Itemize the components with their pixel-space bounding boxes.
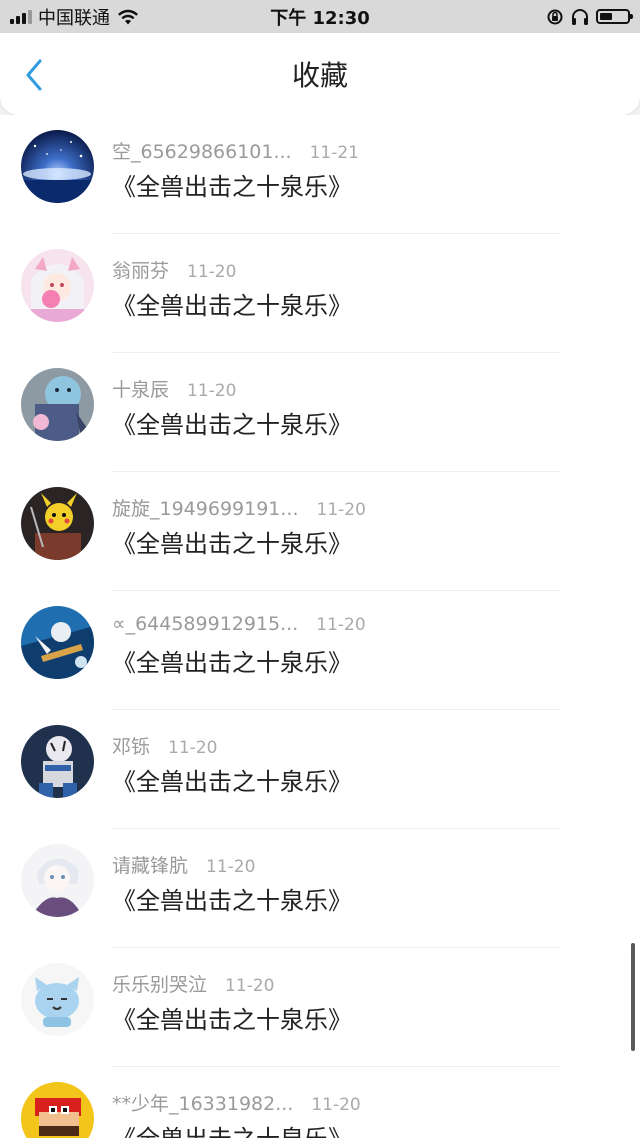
avatar[interactable] [21, 130, 94, 203]
list-item[interactable]: 旋旋_1949699191... 11-20 《全兽出击之十泉乐》 [0, 472, 640, 591]
avatar[interactable] [21, 1082, 94, 1138]
username[interactable]: **少年_16331982... [112, 1089, 293, 1116]
list-item[interactable]: 请藏锋肮 11-20 《全兽出击之十泉乐》 [0, 829, 640, 948]
item-meta: 邓铄 11-20 [112, 732, 217, 759]
date: 11-20 [225, 976, 275, 996]
list-item[interactable]: 空_65629866101... 11-21 《全兽出击之十泉乐》 [0, 115, 640, 234]
username[interactable]: 十泉辰 [112, 375, 169, 402]
avatar[interactable] [21, 844, 94, 917]
avatar[interactable] [21, 606, 94, 679]
username[interactable]: 翁丽芬 [112, 256, 169, 283]
item-title[interactable]: 《全兽出击之十泉乐》 [112, 1000, 352, 1035]
date: 11-20 [316, 500, 366, 520]
item-title[interactable]: 《全兽出击之十泉乐》 [112, 524, 352, 559]
item-title[interactable]: 《全兽出击之十泉乐》 [112, 762, 352, 797]
list-item[interactable]: ∝_644589912915... 11-20 《全兽出击之十泉乐》 [0, 591, 640, 710]
date: 11-20 [187, 262, 237, 282]
username[interactable]: 乐乐别哭泣 [112, 970, 207, 997]
username[interactable]: 邓铄 [112, 732, 150, 759]
list-item[interactable]: 邓铄 11-20 《全兽出击之十泉乐》 [0, 710, 640, 829]
status-bar: 中国联通 下午 12:30 [0, 0, 640, 33]
page-title: 收藏 [291, 59, 348, 92]
item-title[interactable]: 《全兽出击之十泉乐》 [112, 643, 352, 678]
item-meta: 乐乐别哭泣 11-20 [112, 970, 274, 997]
avatar[interactable] [21, 963, 94, 1036]
rotation-lock-icon [547, 9, 563, 24]
item-meta: 空_65629866101... 11-21 [112, 137, 359, 164]
username[interactable]: 旋旋_1949699191... [112, 494, 299, 521]
list-item[interactable]: 翁丽芬 11-20 《全兽出击之十泉乐》 [0, 234, 640, 353]
item-meta: 翁丽芬 11-20 [112, 256, 236, 283]
item-title[interactable]: 《全兽出击之十泉乐》 [112, 167, 352, 202]
avatar[interactable] [21, 368, 94, 441]
avatar[interactable] [21, 725, 94, 798]
scrollbar[interactable] [631, 943, 635, 1051]
item-meta: **少年_16331982... 11-20 [112, 1089, 361, 1116]
status-time: 下午 12:30 [270, 7, 370, 29]
avatar[interactable] [21, 249, 94, 322]
item-meta: 十泉辰 11-20 [112, 375, 236, 402]
date: 11-21 [309, 143, 359, 163]
item-title[interactable]: 《全兽出击之十泉乐》 [112, 1119, 352, 1138]
status-right [546, 0, 633, 33]
date: 11-20 [206, 857, 256, 877]
date: 11-20 [168, 738, 218, 758]
favorites-list: 空_65629866101... 11-21 《全兽出击之十泉乐》 翁丽芬 11… [0, 115, 640, 1138]
username[interactable]: ∝_644589912915... [112, 613, 298, 635]
avatar[interactable] [21, 487, 94, 560]
item-meta: 请藏锋肮 11-20 [112, 851, 255, 878]
item-meta: ∝_644589912915... 11-20 [112, 613, 366, 635]
item-title[interactable]: 《全兽出击之十泉乐》 [112, 286, 352, 321]
navigation-header: 收藏 [0, 33, 640, 115]
list-item[interactable]: 乐乐别哭泣 11-20 《全兽出击之十泉乐》 [0, 948, 640, 1067]
list-item[interactable]: **少年_16331982... 11-20 《全兽出击之十泉乐》 [0, 1067, 640, 1138]
headphones-icon [572, 8, 588, 25]
date: 11-20 [187, 381, 237, 401]
item-meta: 旋旋_1949699191... 11-20 [112, 494, 366, 521]
item-title[interactable]: 《全兽出击之十泉乐》 [112, 881, 352, 916]
battery-icon [596, 9, 633, 24]
date: 11-20 [311, 1095, 361, 1115]
item-title[interactable]: 《全兽出击之十泉乐》 [112, 405, 352, 440]
date: 11-20 [316, 615, 366, 635]
list-item[interactable]: 十泉辰 11-20 《全兽出击之十泉乐》 [0, 353, 640, 472]
username[interactable]: 空_65629866101... [112, 137, 292, 164]
username[interactable]: 请藏锋肮 [112, 851, 188, 878]
